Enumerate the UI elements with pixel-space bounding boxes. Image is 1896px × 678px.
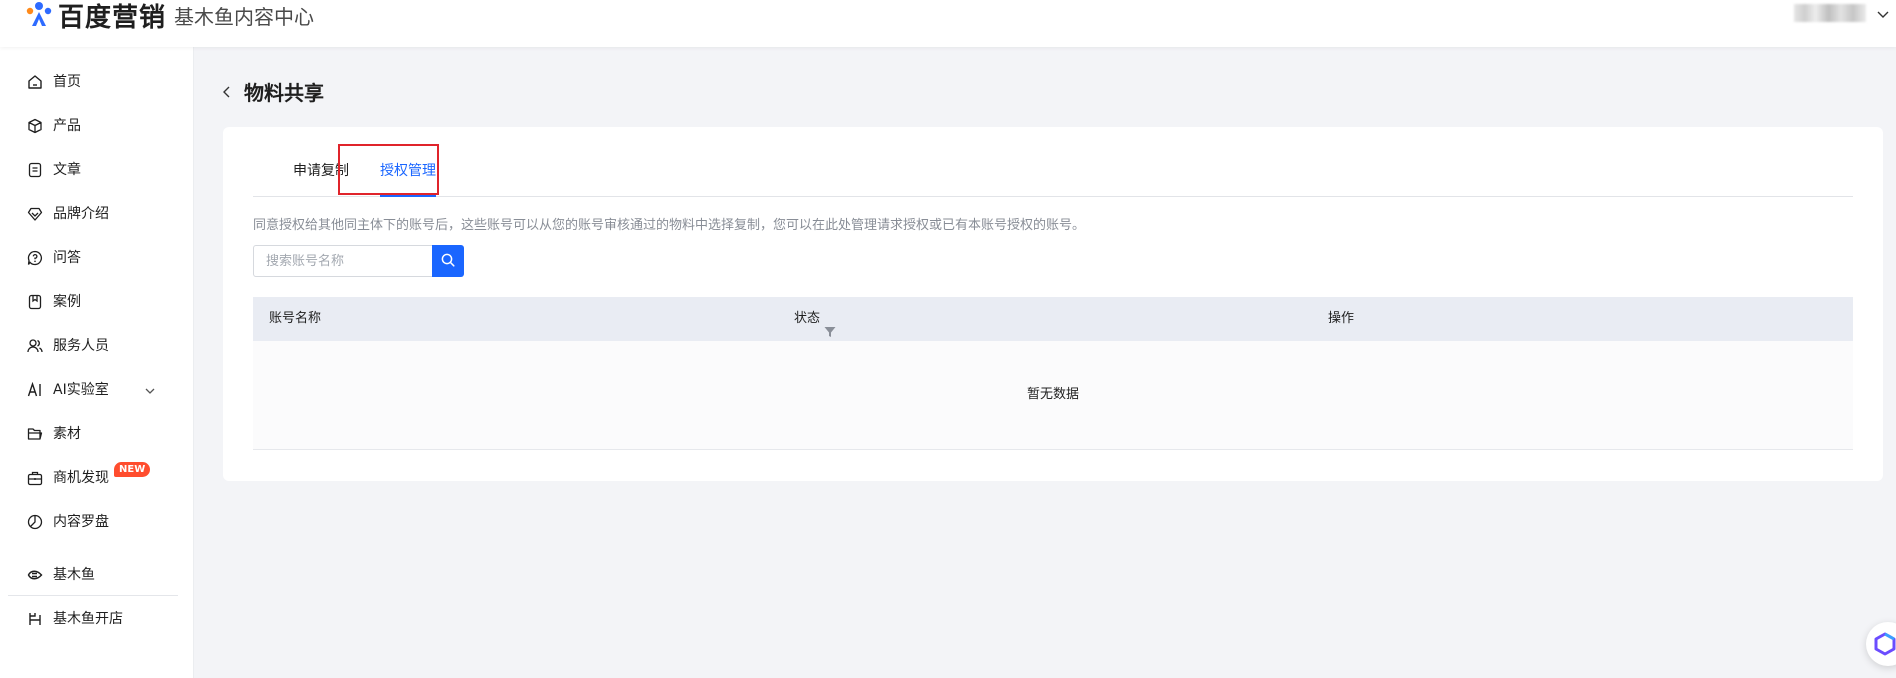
page-title: 物料共享 — [244, 80, 324, 105]
sidebar-item-label: 基木鱼 — [53, 567, 95, 583]
table-header: 账号名称 状态 操作 — [253, 297, 1853, 341]
pie-chart-icon — [27, 514, 43, 530]
product-name: 基木鱼内容中心 — [174, 4, 315, 29]
sidebar-item-opportunities[interactable]: 商机发现 NEW — [0, 458, 193, 498]
sidebar-item-label: 品牌介绍 — [53, 206, 109, 222]
tab-authorization-management[interactable]: 授权管理 — [380, 147, 436, 196]
sidebar-item-label: 文章 — [53, 162, 81, 178]
active-tab-indicator — [380, 195, 436, 197]
sidebar-item-label: 产品 — [53, 118, 81, 134]
sidebar-item-ai-lab[interactable]: AI实验室 — [0, 370, 193, 410]
column-header-account-name: 账号名称 — [269, 311, 322, 326]
sidebar-item-jimuyu-shop[interactable]: 基木鱼开店 — [0, 599, 193, 639]
shop-icon — [27, 611, 43, 627]
sidebar-item-compass[interactable]: 内容罗盘 — [0, 502, 193, 542]
column-header-status-label: 状态 — [794, 311, 821, 326]
sidebar-item-label: 案例 — [53, 294, 81, 310]
brand-name: 百度营销 — [58, 2, 167, 33]
sidebar-item-home[interactable]: 首页 — [0, 62, 193, 102]
diamond-icon — [27, 206, 43, 222]
tab-bar: 申请复制 授权管理 — [253, 147, 1853, 197]
empty-state-text: 暂无数据 — [1026, 387, 1079, 402]
chevron-down-icon[interactable] — [143, 383, 157, 397]
column-header-actions: 操作 — [1328, 311, 1355, 326]
sidebar-item-label: 服务人员 — [53, 338, 109, 354]
sidebar-item-brand[interactable]: 品牌介绍 — [0, 194, 193, 234]
home-icon — [27, 74, 43, 90]
document-icon — [27, 162, 43, 178]
people-icon — [27, 338, 43, 354]
assistant-float-button[interactable] — [1866, 622, 1896, 666]
sidebar-item-qa[interactable]: 问答 — [0, 238, 193, 278]
user-name-redacted — [1794, 4, 1866, 22]
sidebar-item-label: 商机发现 — [53, 470, 109, 486]
column-header-status: 状态 — [794, 297, 836, 341]
sidebar-item-jimuyu[interactable]: 基木鱼 — [0, 555, 193, 595]
sidebar-item-products[interactable]: 产品 — [0, 106, 193, 146]
tab-apply-copy[interactable]: 申请复制 — [293, 147, 349, 196]
description-text: 同意授权给其他同主体下的账号后，这些账号可以从您的账号审核通过的物料中选择复制，… — [253, 218, 1086, 233]
top-bar: 百度营销 基木鱼内容中心 — [0, 0, 1896, 47]
sidebar-item-label: 问答 — [53, 250, 81, 266]
table-body: 暂无数据 — [253, 341, 1853, 450]
sidebar-item-label: 首页 — [53, 74, 81, 90]
sidebar: 首页 产品 文章 品牌介绍 问答 案例 服务人员 AI实验室 素材 商机发现 N… — [0, 47, 194, 678]
search-input[interactable] — [253, 245, 432, 277]
sidebar-item-articles[interactable]: 文章 — [0, 150, 193, 190]
bookmark-icon — [27, 294, 43, 310]
sidebar-item-cases[interactable]: 案例 — [0, 282, 193, 322]
chevron-down-icon — [1876, 6, 1890, 20]
sidebar-item-label: AI实验室 — [53, 382, 109, 398]
cube-icon — [27, 118, 43, 134]
ai-icon — [27, 381, 43, 398]
sidebar-item-label: 基木鱼开店 — [53, 611, 123, 627]
back-arrow-icon[interactable] — [220, 84, 234, 98]
search-button[interactable] — [432, 245, 464, 277]
brand-logo[interactable]: 百度营销 基木鱼内容中心 — [24, 0, 315, 33]
briefcase-icon — [27, 470, 43, 486]
question-chat-icon — [27, 250, 43, 266]
page-header: 物料共享 — [220, 78, 324, 105]
folder-icon — [27, 426, 43, 442]
sidebar-item-label: 素材 — [53, 426, 81, 442]
filter-icon[interactable] — [824, 313, 836, 337]
content-card: 申请复制 授权管理 同意授权给其他同主体下的账号后，这些账号可以从您的账号审核通… — [223, 127, 1883, 481]
sidebar-item-staff[interactable]: 服务人员 — [0, 326, 193, 366]
user-menu[interactable] — [1794, 4, 1890, 22]
new-badge: NEW — [114, 462, 151, 477]
search-icon — [441, 253, 455, 270]
accounts-table: 账号名称 状态 操作 暂无数据 — [253, 297, 1853, 450]
sidebar-item-materials[interactable]: 素材 — [0, 414, 193, 454]
sidebar-divider — [8, 595, 178, 596]
sidebar-item-label: 内容罗盘 — [53, 514, 109, 530]
jimuyu-logo-icon — [27, 567, 43, 583]
baidu-paw-icon — [24, 0, 54, 30]
assistant-icon — [1874, 632, 1896, 660]
search-bar — [253, 245, 464, 277]
